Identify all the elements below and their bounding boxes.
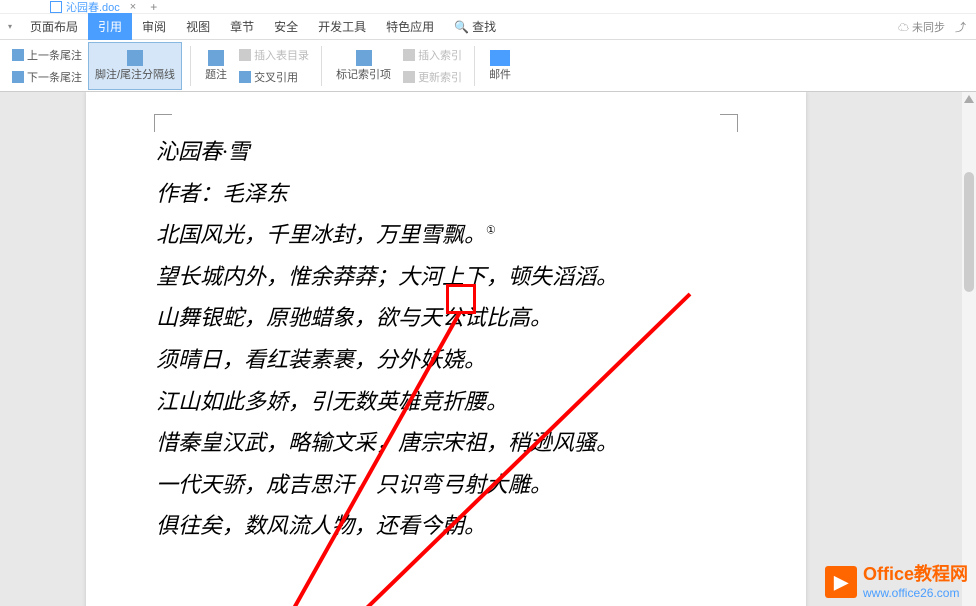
update-index-button[interactable]: 更新索引 [399, 67, 466, 87]
prev-endnote-icon [12, 49, 24, 61]
mark-entry-button[interactable]: 标记索引项 [330, 42, 397, 90]
menu-devtools[interactable]: 开发工具 [308, 13, 376, 40]
menu-view[interactable]: 视图 [176, 13, 220, 40]
mark-entry-icon [356, 50, 372, 66]
new-tab-button[interactable]: + [150, 0, 157, 14]
caption-icon [208, 50, 224, 66]
document-page[interactable]: 沁园春·雪 作者：毛泽东 北国风光，千里冰封，万里雪飘。① 望长城内外，惟余莽莽… [86, 92, 806, 606]
ribbon-group-endnotes: 上一条尾注 下一条尾注 脚注/尾注分隔线 [4, 40, 186, 91]
footnote-separator-button[interactable]: 脚注/尾注分隔线 [88, 42, 182, 90]
watermark: ▶ Office教程网 www.office26.com [825, 564, 968, 600]
ribbon-separator [474, 46, 475, 86]
footnote-mark-inline[interactable]: ① [486, 225, 496, 237]
insert-index-button[interactable]: 插入索引 [399, 45, 466, 65]
cross-ref-button[interactable]: 交叉引用 [235, 67, 313, 87]
insert-toc-button[interactable]: 插入表目录 [235, 45, 313, 65]
vertical-scrollbar[interactable] [962, 92, 976, 606]
share-icon[interactable]: ⤴ [955, 19, 966, 35]
tab-close-icon[interactable]: × [130, 1, 136, 13]
toc-icon [239, 49, 251, 61]
doc-author: 作者：毛泽东 [156, 174, 736, 214]
menu-review[interactable]: 审阅 [132, 13, 176, 40]
caption-button[interactable]: 题注 [199, 42, 233, 90]
ribbon-separator [190, 46, 191, 86]
ribbon: 上一条尾注 下一条尾注 脚注/尾注分隔线 题注 插入表目录 交叉引用 [0, 40, 976, 92]
menu-search[interactable]: 🔍 查找 [444, 13, 506, 40]
editor-area: 沁园春·雪 作者：毛泽东 北国风光，千里冰封，万里雪飘。① 望长城内外，惟余莽莽… [0, 92, 976, 606]
menu-chapter[interactable]: 章节 [220, 13, 264, 40]
insert-index-icon [403, 49, 415, 61]
mail-button[interactable]: 邮件 [483, 42, 517, 90]
menu-references[interactable]: 引用 [88, 13, 132, 40]
next-endnote-button[interactable]: 下一条尾注 [8, 67, 86, 87]
margin-corner-tl [154, 114, 172, 132]
prev-endnote-button[interactable]: 上一条尾注 [8, 45, 86, 65]
margin-corner-tr [720, 114, 738, 132]
next-endnote-icon [12, 71, 24, 83]
document-content[interactable]: 沁园春·雪 作者：毛泽东 北国风光，千里冰封，万里雪飘。① 望长城内外，惟余莽莽… [156, 132, 736, 546]
ribbon-separator [321, 46, 322, 86]
menu-page-layout[interactable]: 页面布局 [20, 13, 88, 40]
ribbon-group-caption: 题注 插入表目录 交叉引用 [195, 40, 317, 91]
doc-line: 一代天骄，成吉思汗，只识弯弓射大雕。 [156, 465, 736, 505]
doc-line: 江山如此多娇，引无数英雄竞折腰。 [156, 382, 736, 422]
menu-dropdown-icon[interactable]: ▾ [0, 22, 20, 31]
cross-ref-icon [239, 71, 251, 83]
sync-status[interactable]: ☁ 未同步 [898, 19, 945, 35]
mail-icon [490, 50, 510, 66]
annotation-box-1 [446, 284, 476, 314]
doc-line: 俱往矣，数风流人物，还看今朝。 [156, 506, 736, 546]
doc-icon [50, 1, 62, 13]
doc-line: 惜秦皇汉武，略输文采，唐宗宋祖，稍逊风骚。 [156, 423, 736, 463]
watermark-logo: ▶ [825, 566, 857, 598]
menu-bar: ▾ 页面布局 引用 审阅 视图 章节 安全 开发工具 特色应用 🔍 查找 ☁ 未… [0, 14, 976, 40]
scroll-thumb[interactable] [964, 172, 974, 292]
watermark-url: www.office26.com [863, 586, 968, 600]
footnote-sep-icon [127, 50, 143, 66]
search-icon: 🔍 [454, 20, 469, 34]
ribbon-group-mail: 邮件 [479, 40, 521, 91]
status-right: ☁ 未同步 ⤴ [898, 19, 976, 35]
doc-title: 沁园春·雪 [156, 132, 736, 172]
doc-line: 须晴日，看红装素裹，分外妖娆。 [156, 340, 736, 380]
menu-security[interactable]: 安全 [264, 13, 308, 40]
menu-special[interactable]: 特色应用 [376, 13, 444, 40]
watermark-title: Office教程网 [863, 564, 968, 586]
title-bar: 沁园春.doc × + [0, 0, 976, 14]
scroll-up-icon[interactable] [964, 95, 974, 103]
ribbon-group-index: 标记索引项 插入索引 更新索引 [326, 40, 470, 91]
update-index-icon [403, 71, 415, 83]
doc-line: 北国风光，千里冰封，万里雪飘。① [156, 215, 736, 255]
